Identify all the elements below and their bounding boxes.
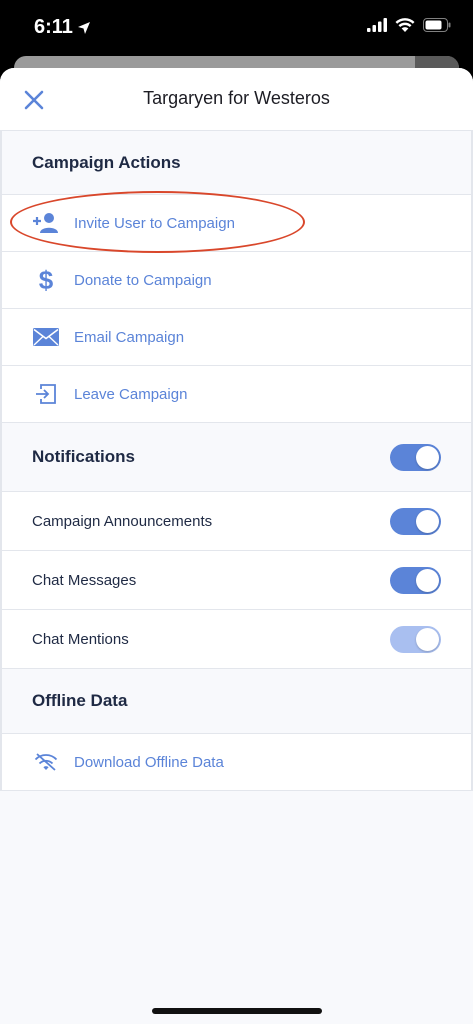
wifi-icon [395, 18, 415, 32]
invite-user-row[interactable]: Invite User to Campaign [0, 195, 473, 252]
section-header-campaign-actions: Campaign Actions [0, 131, 473, 195]
campaign-announcements-label: Campaign Announcements [32, 512, 213, 530]
section-header-notifications: Notifications [0, 423, 473, 492]
chat-messages-row: Chat Messages [0, 551, 473, 610]
sheet-left-border [0, 131, 2, 791]
campaign-announcements-row: Campaign Announcements [0, 492, 473, 551]
status-time-text: 6:11 [34, 16, 73, 38]
svg-text:$: $ [39, 267, 54, 293]
email-campaign-label: Email Campaign [74, 328, 185, 346]
status-bar: 6:11 [0, 0, 473, 56]
chat-mentions-row: Chat Mentions [0, 610, 473, 669]
section-title: Campaign Actions [32, 152, 181, 172]
page-title: Targaryen for Westeros [143, 88, 330, 108]
invite-user-label: Invite User to Campaign [74, 214, 235, 232]
add-user-icon [32, 211, 60, 235]
download-offline-data-label: Download Offline Data [74, 753, 224, 771]
toggle-knob [416, 627, 439, 651]
battery-icon [423, 18, 451, 32]
donate-row[interactable]: $ Donate to Campaign [0, 252, 473, 309]
campaign-announcements-toggle[interactable] [390, 507, 441, 535]
dollar-icon: $ [32, 267, 60, 293]
envelope-icon [32, 325, 60, 349]
toggle-knob [416, 568, 439, 592]
section-title: Offline Data [32, 691, 128, 710]
location-arrow-icon [77, 21, 90, 34]
status-icons [367, 18, 451, 32]
toggle-knob [416, 509, 439, 533]
offline-wifi-icon [32, 750, 60, 774]
leave-campaign-label: Leave Campaign [74, 385, 188, 403]
home-indicator[interactable] [152, 1008, 322, 1014]
section-title: Notifications [32, 447, 135, 466]
email-campaign-row[interactable]: Email Campaign [0, 309, 473, 366]
toggle-knob [416, 445, 439, 469]
section-header-offline-data: Offline Data [0, 669, 473, 734]
chat-mentions-label: Chat Mentions [32, 630, 129, 648]
download-offline-data-row[interactable]: Download Offline Data [0, 734, 473, 791]
leave-campaign-row[interactable]: Leave Campaign [0, 366, 473, 423]
notifications-master-toggle[interactable] [390, 443, 441, 471]
cellular-signal-icon [367, 18, 387, 32]
chat-messages-toggle[interactable] [390, 566, 441, 594]
nav-bar: Targaryen for Westeros [0, 68, 473, 131]
campaign-settings-sheet: Targaryen for Westeros Campaign Actions … [0, 68, 473, 1024]
donate-label: Donate to Campaign [74, 271, 212, 289]
chat-messages-label: Chat Messages [32, 571, 137, 589]
exit-icon [32, 382, 60, 406]
status-time: 6:11 [34, 16, 91, 39]
chat-mentions-toggle[interactable] [390, 625, 441, 653]
